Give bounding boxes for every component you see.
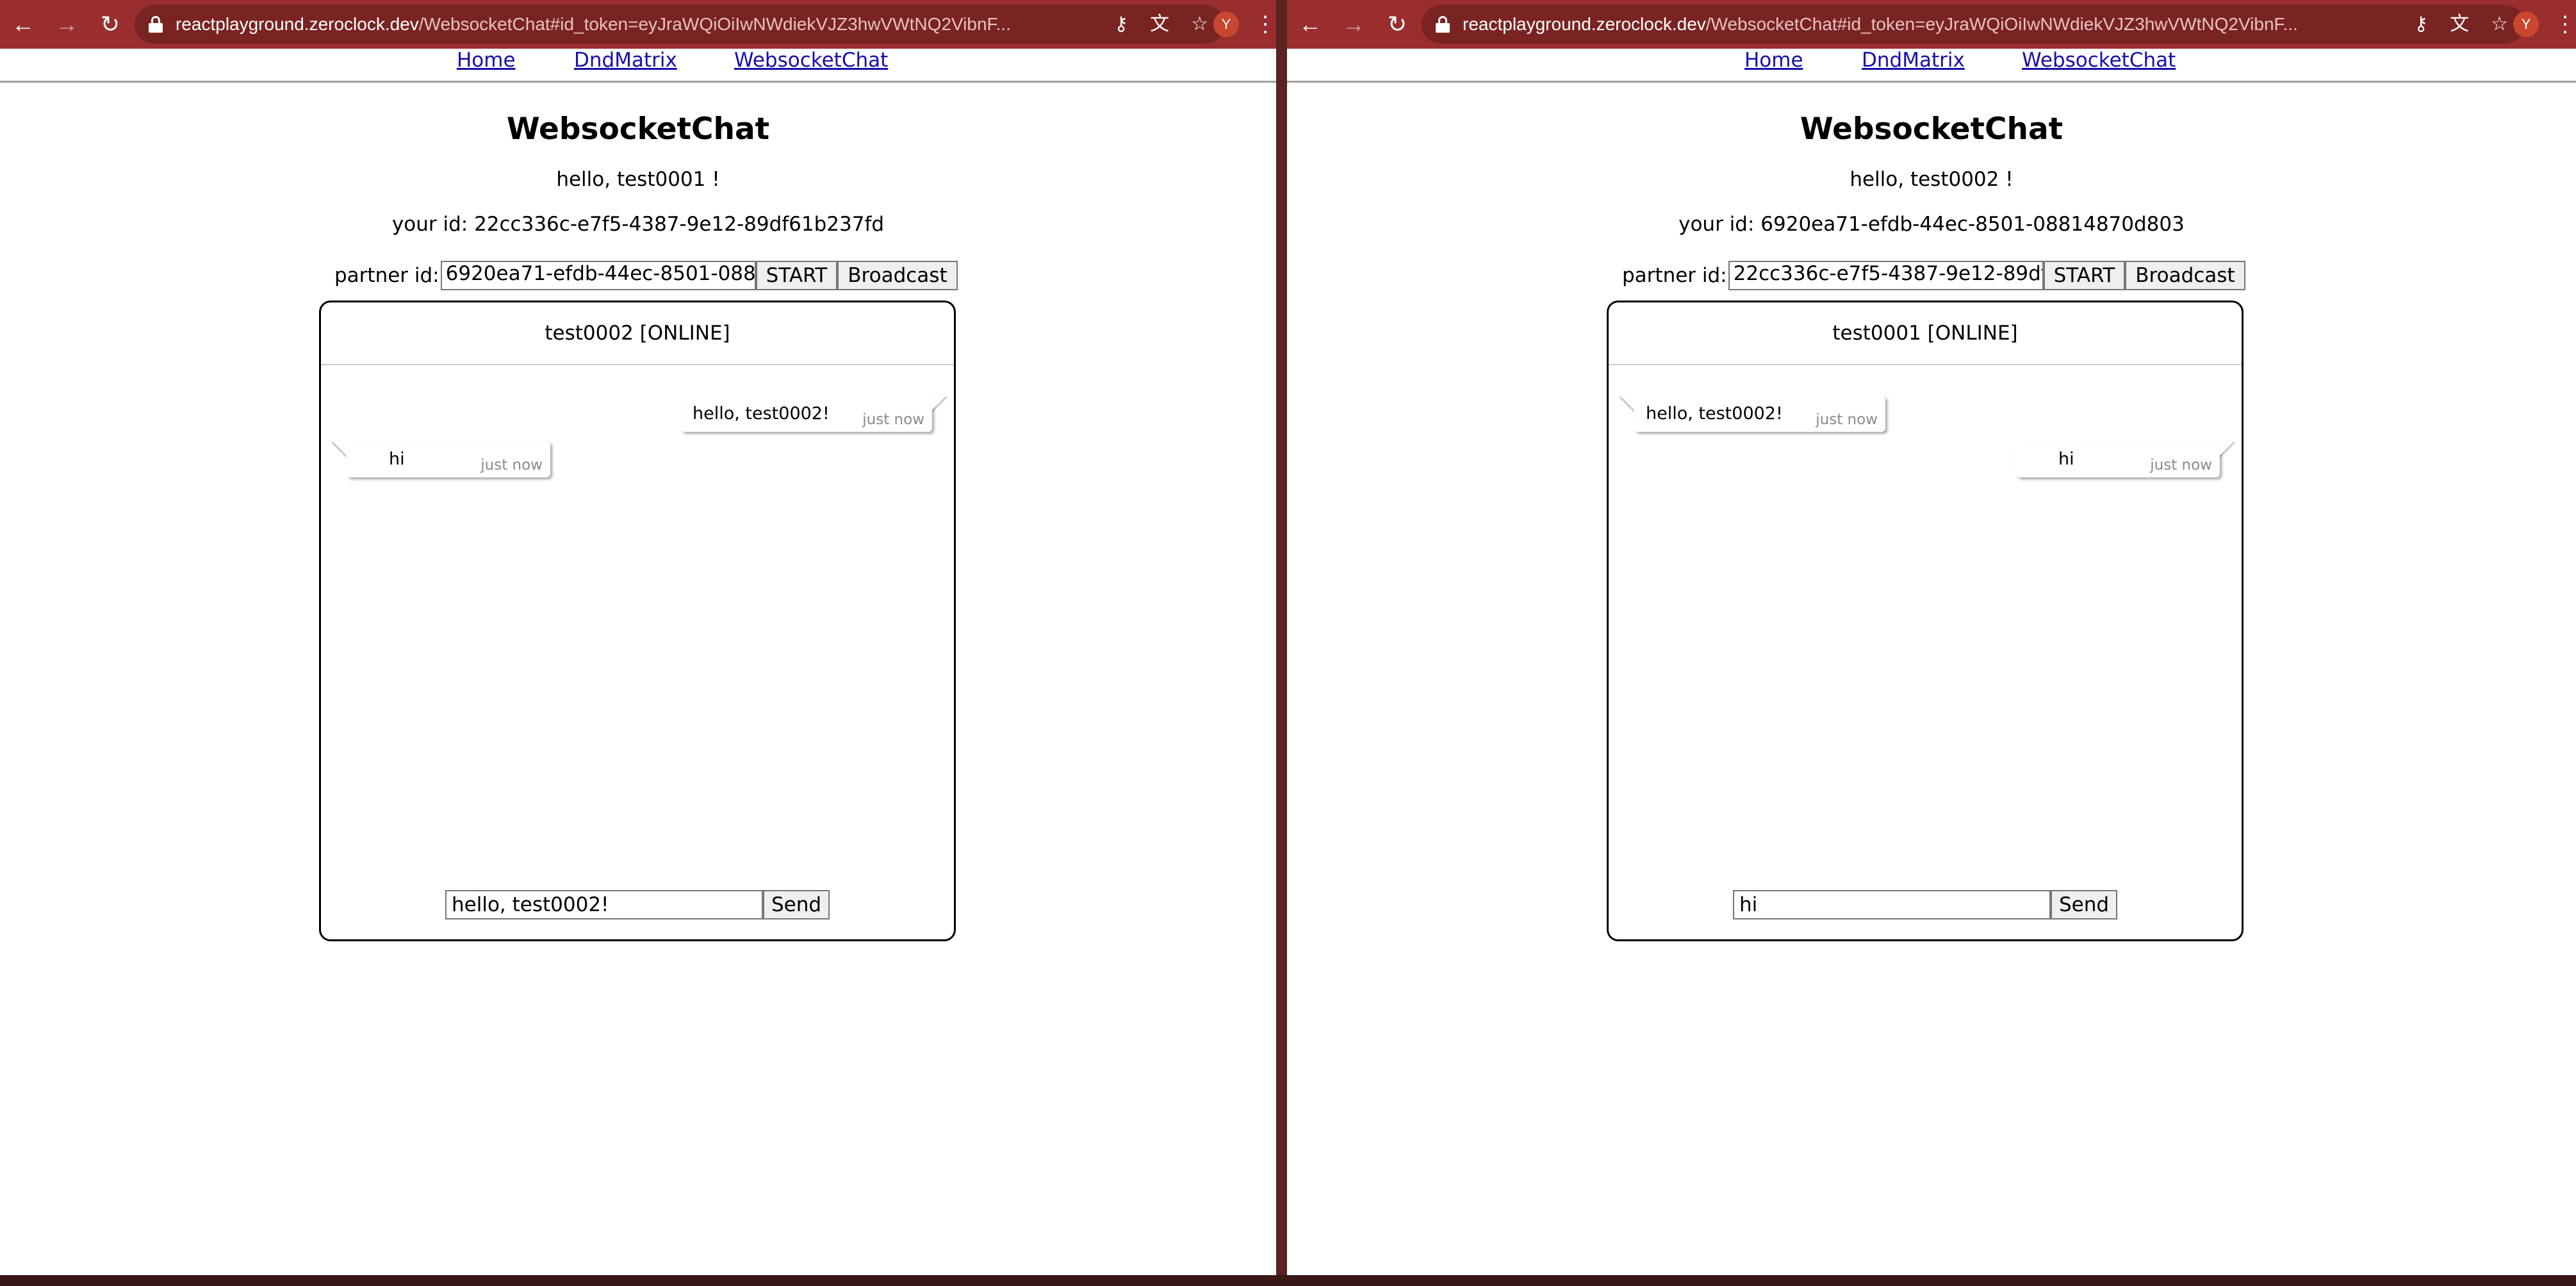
send-button[interactable]: Send (763, 890, 830, 919)
message-text: hi (389, 449, 405, 469)
message-text: hello, test0002! (693, 404, 830, 424)
message-bubble-received: hello, test0002! just now (1620, 396, 1885, 432)
message-time: just now (2150, 457, 2212, 474)
star-icon[interactable]: ☆ (1191, 15, 1208, 34)
message-bubble-sent: hello, test0002! just now (681, 396, 946, 432)
arrow-left-icon[interactable]: ← (3, 4, 44, 45)
message-input[interactable] (445, 890, 763, 919)
address-bar[interactable]: reactplayground.zeroclock.dev/WebsocketC… (1422, 5, 2525, 44)
reload-icon[interactable]: ↻ (1377, 4, 1418, 45)
partner-id-input[interactable]: 6920ea71-efdb-44ec-8501-08814 (440, 261, 756, 290)
compose-row: Send (1609, 890, 2242, 919)
page-title: WebsocketChat (1800, 111, 2063, 147)
start-button[interactable]: START (755, 261, 838, 290)
chat-box: test0002 [ONLINE] hello, test0002! just … (319, 301, 956, 941)
key-icon[interactable]: ⚷ (2414, 15, 2428, 34)
top-nav: Home DndMatrix WebsocketChat (0, 49, 1276, 83)
arrow-right-icon[interactable]: → (1333, 4, 1374, 45)
url-host: reactplayground.zeroclock.dev (176, 14, 419, 34)
send-button[interactable]: Send (2051, 890, 2117, 919)
message-text: hello, test0002! (1646, 404, 1783, 424)
arrow-left-icon[interactable]: ← (1290, 4, 1331, 45)
start-button[interactable]: START (2043, 261, 2126, 290)
url-text[interactable]: reactplayground.zeroclock.dev/WebsocketC… (176, 14, 1101, 35)
message-time: just now (1816, 411, 1878, 428)
translate-icon[interactable]: 文 (1150, 15, 1169, 34)
address-bar[interactable]: reactplayground.zeroclock.dev/WebsocketC… (135, 5, 1225, 44)
more-vertical-icon[interactable]: ⋮ (2554, 9, 2576, 40)
url-host: reactplayground.zeroclock.dev (1463, 14, 1706, 34)
star-icon[interactable]: ☆ (2491, 15, 2508, 34)
broadcast-button[interactable]: Broadcast (2125, 261, 2245, 290)
nav-link-websocketchat[interactable]: WebsocketChat (734, 49, 888, 72)
broadcast-button[interactable]: Broadcast (837, 261, 958, 290)
lock-icon (149, 16, 163, 33)
your-id-text: your id: 6920ea71-efdb-44ec-8501-0881487… (1678, 213, 2185, 236)
greeting-text: hello, test0001 ! (556, 168, 720, 191)
avatar[interactable]: Y (2513, 12, 2539, 37)
url-path: /WebsocketChat#id_token=eyJraWQiOiIwNWdi… (418, 14, 1011, 34)
your-id-text: your id: 22cc336c-e7f5-4387-9e12-89df61b… (391, 213, 885, 236)
desktop-taskbar-strip (0, 1275, 2576, 1286)
browser-window-right: ← → ↻ reactplayground.zeroclock.dev/Webs… (1287, 0, 2576, 1275)
nav-link-dndmatrix[interactable]: DndMatrix (1862, 49, 1965, 72)
chat-box: test0001 [ONLINE] hello, test0002! just … (1607, 301, 2244, 941)
arrow-right-icon[interactable]: → (46, 4, 87, 45)
browser-window-left: ← → ↻ reactplayground.zeroclock.dev/Webs… (0, 0, 1276, 1275)
message-bubble-received: hi just now (332, 441, 550, 477)
compose-row: Send (321, 890, 954, 919)
nav-link-home[interactable]: Home (457, 49, 516, 72)
partner-id-label: partner id: (334, 264, 439, 287)
message-text: hi (2058, 449, 2074, 469)
greeting-text: hello, test0002 ! (1850, 168, 2014, 191)
message-bubble-sent: hi just now (2016, 441, 2234, 477)
message-input[interactable] (1733, 890, 2051, 919)
reload-icon[interactable]: ↻ (90, 4, 131, 45)
message-time: just now (862, 411, 924, 428)
partner-id-label: partner id: (1622, 264, 1727, 287)
nav-link-websocketchat[interactable]: WebsocketChat (2022, 49, 2176, 72)
translate-icon[interactable]: 文 (2450, 15, 2469, 34)
more-vertical-icon[interactable]: ⋮ (1254, 9, 1276, 40)
chat-header: test0002 [ONLINE] (321, 302, 954, 365)
page-content: Home DndMatrix WebsocketChat WebsocketCh… (0, 49, 1276, 1275)
key-icon[interactable]: ⚷ (1114, 15, 1128, 34)
url-text[interactable]: reactplayground.zeroclock.dev/WebsocketC… (1463, 14, 2401, 35)
nav-link-dndmatrix[interactable]: DndMatrix (574, 49, 677, 72)
partner-row: partner id: 22cc336c-e7f5-4387-9e12-89df… (1622, 260, 2245, 291)
lock-icon (1436, 16, 1450, 33)
partner-row: partner id: 6920ea71-efdb-44ec-8501-0881… (334, 260, 958, 291)
top-nav: Home DndMatrix WebsocketChat (1287, 49, 2576, 83)
url-path: /WebsocketChat#id_token=eyJraWQiOiIwNWdi… (1705, 14, 2298, 34)
chat-header: test0001 [ONLINE] (1609, 302, 2242, 365)
partner-id-input[interactable]: 22cc336c-e7f5-4387-9e12-89df61 (1728, 261, 2044, 290)
page-title: WebsocketChat (506, 111, 770, 147)
browser-toolbar: ← → ↻ reactplayground.zeroclock.dev/Webs… (0, 0, 1276, 49)
page-content: Home DndMatrix WebsocketChat WebsocketCh… (1287, 49, 2576, 1275)
message-time: just now (480, 457, 543, 474)
browser-toolbar: ← → ↻ reactplayground.zeroclock.dev/Webs… (1287, 0, 2576, 49)
nav-link-home[interactable]: Home (1744, 49, 1803, 72)
avatar[interactable]: Y (1213, 12, 1239, 37)
